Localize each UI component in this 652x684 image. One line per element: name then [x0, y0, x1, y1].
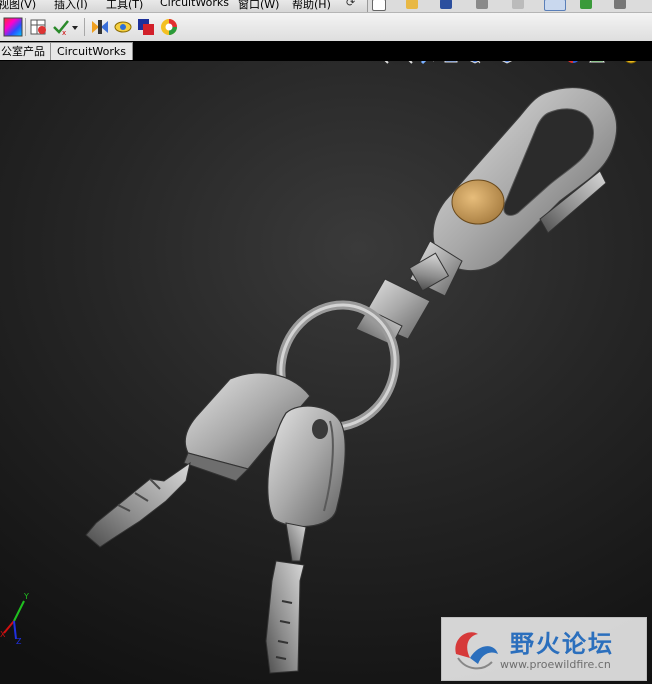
menu-insert[interactable]: 插入(I) — [54, 0, 88, 12]
watermark-url: www.proewildfire.cn — [500, 658, 611, 671]
select-cursor-icon[interactable] — [544, 0, 566, 11]
svg-text:x: x — [62, 29, 66, 37]
watermark-logo-icon — [455, 632, 498, 670]
swivel-link[interactable] — [355, 240, 463, 346]
command-toolbar: x — [0, 12, 652, 42]
new-document-icon[interactable] — [372, 0, 386, 11]
options-icon[interactable] — [614, 0, 626, 9]
rebuild-icon[interactable] — [580, 0, 592, 9]
undo-icon[interactable] — [512, 0, 524, 9]
color-wheel-icon[interactable] — [159, 17, 179, 37]
layer-icon[interactable] — [136, 17, 156, 37]
key-right[interactable] — [265, 405, 346, 674]
toolbar-separator — [84, 18, 85, 36]
carabiner[interactable] — [432, 87, 618, 272]
triad-z-label: Z — [16, 637, 22, 646]
tab-circuitworks[interactable]: CircuitWorks — [50, 42, 133, 60]
keychain-model[interactable] — [0, 61, 652, 684]
print-icon[interactable] — [476, 0, 488, 9]
graphics-viewport[interactable]: Y X Z 野火论坛 www.proewildfire.cn — [0, 61, 652, 684]
coordinate-triad — [3, 600, 25, 640]
open-folder-icon[interactable] — [406, 0, 418, 9]
toolbar-separator — [25, 18, 26, 36]
menu-help[interactable]: 帮助(H) — [292, 0, 331, 12]
sketch-table-icon[interactable] — [29, 17, 49, 37]
menu-circuitworks[interactable]: CircuitWorks — [160, 0, 229, 9]
tab-office-products[interactable]: 公室产品 — [0, 42, 52, 60]
weld-bead-icon[interactable] — [90, 17, 110, 37]
triad-x-label: X — [0, 630, 6, 639]
menu-tools[interactable]: 工具(T) — [106, 0, 143, 12]
save-icon[interactable] — [440, 0, 452, 9]
standard-toolbar — [367, 0, 652, 12]
dropdown-arrow-icon[interactable] — [70, 17, 80, 37]
check-tool-icon[interactable]: x — [51, 17, 71, 37]
menu-bar: 视图(V) 插入(I) 工具(T) CircuitWorks 窗口(W) 帮助(… — [0, 0, 652, 12]
menu-window[interactable]: 窗口(W) — [238, 0, 279, 12]
menu-view[interactable]: 视图(V) — [0, 0, 36, 12]
color-swatch-icon[interactable] — [3, 17, 23, 37]
tab-bar: 公室产品 CircuitWorks — [0, 41, 652, 61]
watermark: 野火论坛 www.proewildfire.cn — [441, 617, 647, 681]
watermark-title: 野火论坛 — [510, 630, 614, 658]
appearance-eye-icon[interactable] — [113, 17, 133, 37]
pin-icon[interactable]: ⟳ — [346, 0, 355, 9]
triad-y-label: Y — [24, 592, 29, 601]
